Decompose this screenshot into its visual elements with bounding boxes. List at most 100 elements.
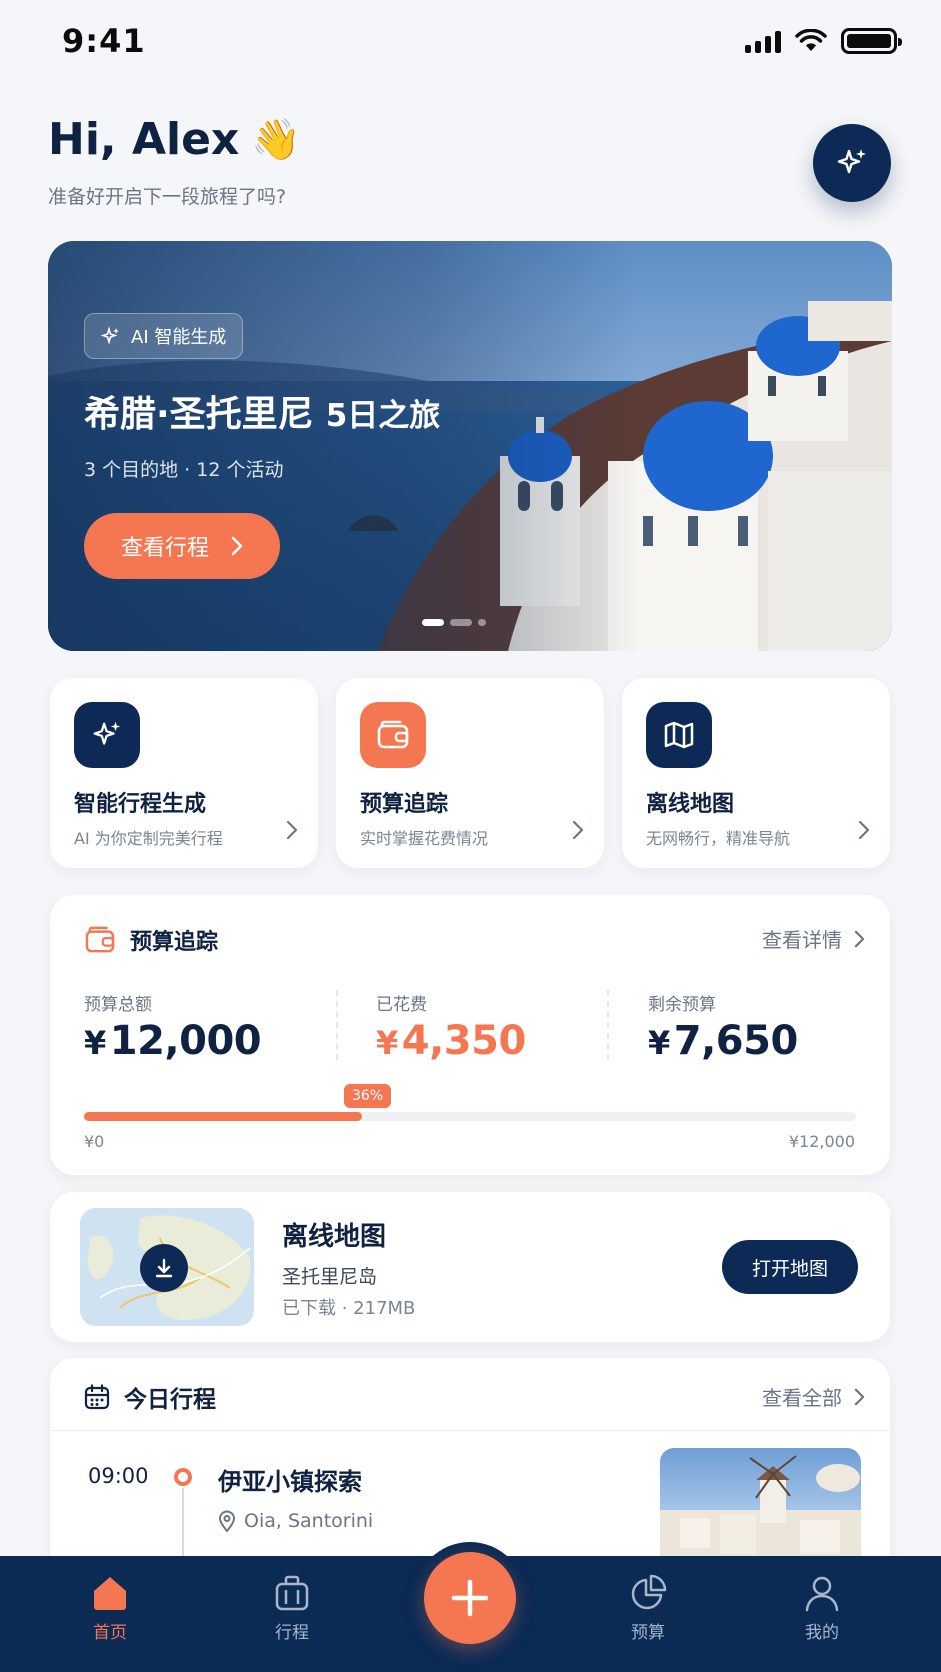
chevron-right-icon <box>854 1388 865 1405</box>
wifi-icon <box>795 29 827 51</box>
currency-symbol: ¥ <box>376 1024 398 1062</box>
budget-progress-fill <box>84 1112 362 1121</box>
feature-title: 离线地图 <box>646 792 735 817</box>
pie-chart-icon <box>631 1574 667 1610</box>
feature-card-offline-map[interactable]: 离线地图 无网畅行，精准导航 <box>622 678 890 868</box>
home-icon <box>94 1577 126 1610</box>
budget-details-link[interactable]: 查看详情 <box>762 924 865 953</box>
map-icon <box>646 702 712 768</box>
calendar-icon <box>84 1384 110 1410</box>
offline-map-meta: 已下载 · 217MB <box>282 1298 416 1319</box>
open-map-button[interactable]: 打开地图 <box>722 1240 858 1294</box>
feature-subtitle: 实时掌握花费情况 <box>360 829 489 848</box>
hero-meta: 3 个目的地 · 12 个活动 <box>84 459 284 481</box>
currency-symbol: ¥ <box>648 1024 670 1062</box>
budget-details-label: 查看详情 <box>762 928 842 952</box>
itinerary-time: 09:00 <box>88 1464 149 1488</box>
nav-me[interactable]: 我的 <box>772 1574 872 1643</box>
budget-remaining-value: ¥7,650 <box>648 1018 798 1064</box>
greeting-text: Hi, Alex <box>48 114 240 165</box>
wallet-icon <box>360 702 426 768</box>
battery-icon <box>841 28 902 54</box>
carousel-dot[interactable] <box>450 619 472 626</box>
hero-trip-card[interactable]: AI 智能生成 希腊·圣托里尼 5日之旅 3 个目的地 · 12 个活动 查看行… <box>48 241 892 651</box>
divider <box>50 1430 890 1431</box>
feature-subtitle: AI 为你定制完美行程 <box>74 829 223 848</box>
today-title: 今日行程 <box>124 1387 216 1413</box>
sparkle-icon <box>74 702 140 768</box>
map-thumbnail[interactable] <box>80 1208 254 1326</box>
chevron-right-icon <box>854 930 865 947</box>
hero-destination: 希腊·圣托里尼 <box>84 394 314 435</box>
budget-remaining-label: 剩余预算 <box>648 995 716 1015</box>
timeline-dot <box>174 1468 192 1486</box>
chevron-right-icon <box>231 536 243 556</box>
add-trip-button[interactable] <box>424 1552 516 1644</box>
hero-title: 希腊·圣托里尼 5日之旅 <box>84 385 440 437</box>
greeting: Hi, Alex 👋 <box>48 114 301 165</box>
location-pin-icon <box>218 1510 236 1532</box>
nav-me-label: 我的 <box>805 1623 839 1643</box>
feature-card-budget[interactable]: 预算追踪 实时掌握花费情况 <box>336 678 604 868</box>
progress-max-label: ¥12,000 <box>788 1132 855 1151</box>
view-all-label: 查看全部 <box>762 1386 842 1410</box>
signal-icon <box>745 29 781 53</box>
ai-generated-chip: AI 智能生成 <box>84 313 244 359</box>
budget-title: 预算追踪 <box>130 930 219 955</box>
view-itinerary-button[interactable]: 查看行程 <box>84 513 280 579</box>
budget-card-header: 预算追踪 <box>84 924 218 956</box>
nav-budget[interactable]: 预算 <box>598 1574 698 1643</box>
suitcase-icon <box>275 1575 309 1611</box>
chevron-right-icon <box>858 820 870 840</box>
offline-map-place: 圣托里尼岛 <box>282 1266 378 1288</box>
budget-spent-label: 已花费 <box>376 995 427 1015</box>
budget-remaining-amount: 7,650 <box>673 1018 799 1064</box>
carousel-dot[interactable] <box>478 619 486 626</box>
wave-emoji: 👋 <box>251 117 302 163</box>
budget-spent-value: ¥4,350 <box>376 1018 526 1064</box>
budget-total-label: 预算总额 <box>84 995 152 1015</box>
status-time: 9:41 <box>62 22 146 60</box>
chevron-right-icon <box>286 820 298 840</box>
greeting-subtitle: 准备好开启下一段旅程了吗? <box>48 186 287 208</box>
chevron-right-icon <box>572 820 584 840</box>
itinerary-location: Oia, Santorini <box>218 1510 373 1532</box>
carousel-dot[interactable] <box>422 619 444 626</box>
nav-home-label: 首页 <box>93 1623 127 1643</box>
nav-trips[interactable]: 行程 <box>242 1574 342 1643</box>
nav-trips-label: 行程 <box>275 1623 309 1643</box>
itinerary-location-text: Oia, Santorini <box>244 1510 374 1532</box>
currency-symbol: ¥ <box>84 1024 106 1062</box>
wallet-icon <box>85 926 115 953</box>
timeline-line <box>182 1488 184 1558</box>
today-header: 今日行程 <box>84 1380 216 1414</box>
divider <box>607 990 609 1060</box>
status-icons <box>745 28 902 54</box>
progress-badge: 36% <box>344 1084 392 1108</box>
budget-total-amount: 12,000 <box>109 1018 262 1064</box>
ai-assistant-button[interactable] <box>813 124 891 202</box>
budget-spent-amount: 4,350 <box>401 1018 527 1064</box>
user-icon <box>805 1576 839 1612</box>
oia-windmill-photo <box>660 1455 861 1568</box>
divider <box>336 990 338 1060</box>
itinerary-activity[interactable]: 伊亚小镇探索 <box>218 1462 362 1497</box>
sparkle-icon <box>837 149 866 174</box>
itinerary-photo[interactable] <box>660 1448 861 1568</box>
nav-home[interactable]: 首页 <box>60 1574 160 1643</box>
plus-icon <box>451 1579 489 1617</box>
carousel-dots[interactable] <box>422 619 486 626</box>
budget-progress-bar <box>84 1112 856 1121</box>
feature-title: 智能行程生成 <box>74 792 207 817</box>
view-all-link[interactable]: 查看全部 <box>762 1382 865 1411</box>
offline-map-title: 离线地图 <box>282 1222 387 1252</box>
feature-card-smart-itinerary[interactable]: 智能行程生成 AI 为你定制完美行程 <box>50 678 318 868</box>
hero-days: 5日之旅 <box>325 398 441 434</box>
download-icon[interactable] <box>140 1244 188 1292</box>
hero-overlay <box>48 241 892 651</box>
sparkle-icon <box>101 326 119 345</box>
chip-label: AI 智能生成 <box>131 327 227 348</box>
progress-min-label: ¥0 <box>84 1132 105 1151</box>
nav-budget-label: 预算 <box>631 1623 665 1643</box>
budget-total-value: ¥12,000 <box>84 1018 262 1064</box>
